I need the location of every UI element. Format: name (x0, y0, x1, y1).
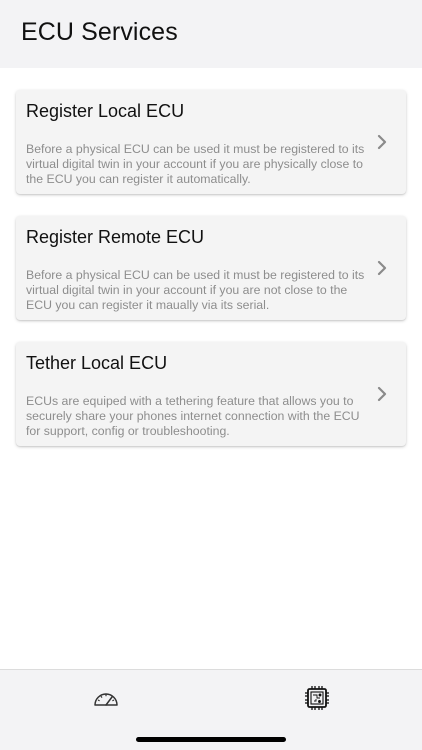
register-local-ecu-card[interactable]: Register Local ECU Before a physical ECU… (16, 90, 406, 194)
card-title: Register Remote ECU (26, 227, 205, 247)
tab-dashboard[interactable] (91, 684, 121, 712)
speedometer-icon (94, 693, 118, 706)
card-description: Before a physical ECU can be used it mus… (26, 142, 365, 187)
chevron-right-icon (377, 134, 387, 150)
tether-local-ecu-card[interactable]: Tether Local ECU ECUs are equiped with a… (16, 342, 406, 446)
ecu-services-screen: ECU Services Register Local ECU Before a… (0, 0, 422, 750)
card-title: Register Local ECU (26, 101, 185, 121)
chevron-right-icon (377, 260, 387, 276)
chevron-right-icon (377, 386, 387, 402)
tab-ecu-services[interactable] (302, 684, 332, 712)
card-description: ECUs are equiped with a tethering featur… (26, 394, 360, 439)
register-remote-ecu-card[interactable]: Register Remote ECU Before a physical EC… (16, 216, 406, 320)
card-description: Before a physical ECU can be used it mus… (26, 268, 365, 313)
chip-icon (305, 686, 329, 710)
card-title: Tether Local ECU (26, 353, 168, 373)
page-title: ECU Services (21, 18, 178, 46)
header: ECU Services (0, 0, 422, 68)
home-indicator[interactable] (136, 737, 286, 742)
